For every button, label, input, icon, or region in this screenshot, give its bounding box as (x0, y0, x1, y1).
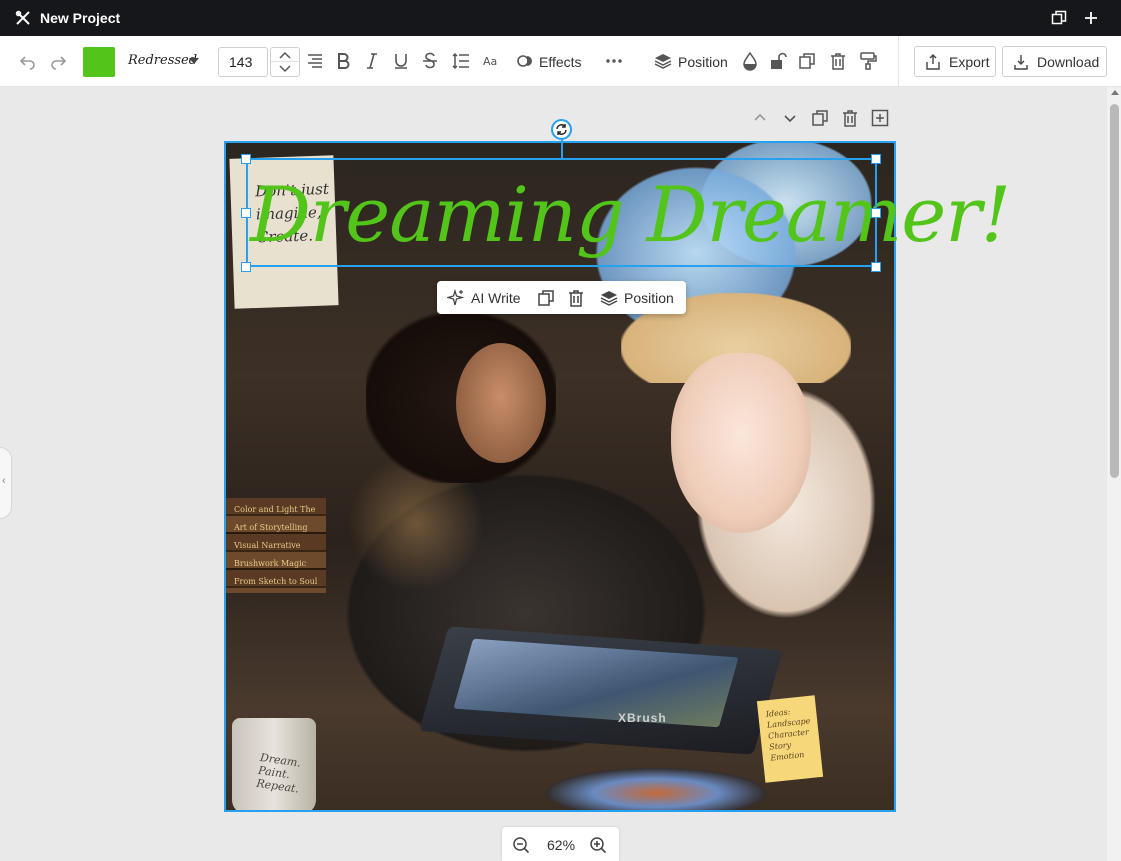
layers-icon (600, 290, 618, 306)
download-icon (1014, 54, 1028, 70)
art-tablet-brand: XBrush (618, 711, 667, 725)
new-tab-plus-icon[interactable] (1082, 9, 1100, 27)
zoom-control: 62% (502, 827, 619, 861)
font-family-select[interactable]: Redressed (128, 53, 197, 68)
delete-page-icon[interactable] (841, 109, 859, 127)
chevron-down-icon[interactable] (189, 58, 199, 64)
effects-icon[interactable] (515, 51, 535, 71)
art-mug-text: Dream. Paint. Repeat. (255, 751, 302, 796)
format-painter-icon[interactable] (858, 51, 878, 71)
add-page-icon[interactable] (871, 109, 889, 127)
download-button[interactable]: Download (1002, 46, 1107, 77)
export-button[interactable]: Export (914, 46, 996, 77)
resize-handle-right[interactable] (871, 208, 881, 218)
zoom-in-icon[interactable] (589, 836, 607, 854)
rotate-icon (556, 124, 567, 135)
text-color-swatch[interactable] (83, 47, 115, 77)
delete-icon[interactable] (828, 51, 848, 71)
chevron-up-icon (279, 51, 291, 59)
ai-write-button[interactable]: AI Write (447, 288, 521, 307)
position-button[interactable]: Position (678, 54, 728, 70)
bold-icon[interactable] (333, 51, 353, 71)
zoom-out-icon[interactable] (512, 836, 530, 854)
chevron-down-icon (279, 65, 291, 73)
chevron-left-icon: ‹ (2, 475, 6, 487)
title-bar: New Project (0, 0, 1121, 36)
art-artist-face (456, 343, 546, 463)
element-context-toolbar: AI Write Position (437, 281, 686, 314)
more-options-icon[interactable] (604, 51, 624, 71)
collapse-panel-tab[interactable]: ‹ (0, 447, 12, 519)
underline-icon[interactable] (391, 51, 411, 71)
duplicate-icon[interactable] (797, 51, 817, 71)
zoom-level: 62% (547, 837, 576, 853)
duplicate-icon (538, 289, 554, 306)
align-right-icon[interactable] (305, 51, 325, 71)
toolbar-divider (898, 36, 899, 87)
resize-handle-bottom-left[interactable] (241, 262, 251, 272)
export-label: Export (949, 53, 990, 70)
italic-icon[interactable] (362, 51, 382, 71)
scrollbar-thumb[interactable] (1110, 104, 1119, 478)
redo-icon[interactable] (48, 51, 68, 71)
move-page-down-icon[interactable] (781, 109, 799, 127)
selection-box (246, 158, 877, 267)
download-label: Download (1037, 53, 1100, 70)
delete-icon (569, 289, 583, 307)
effects-button[interactable]: Effects (539, 54, 582, 70)
font-size-stepper (270, 47, 300, 77)
art-sticky-note-text: Ideas: Landscape Character Story Emotion (765, 707, 811, 763)
export-icon (926, 53, 940, 70)
line-height-icon[interactable] (451, 51, 471, 71)
stepper-down-button[interactable] (271, 62, 299, 76)
duplicate-page-icon[interactable] (811, 109, 829, 127)
scroll-up-arrow[interactable] (1111, 90, 1119, 95)
strikethrough-icon[interactable] (420, 51, 440, 71)
move-page-up-icon[interactable] (751, 109, 769, 127)
duplicate-window-icon[interactable] (1050, 9, 1068, 27)
app-title: New Project (40, 10, 121, 26)
rotate-connector (561, 140, 563, 158)
resize-handle-bottom-right[interactable] (871, 262, 881, 272)
text-case-icon[interactable]: Aa (481, 51, 501, 71)
delete-element-button[interactable] (567, 288, 585, 307)
resize-handle-top-left[interactable] (241, 154, 251, 164)
stepper-up-button[interactable] (271, 48, 299, 62)
resize-handle-left[interactable] (241, 208, 251, 218)
rotate-handle[interactable] (551, 119, 572, 140)
tools-icon (15, 10, 30, 25)
art-dream-girl-face (671, 353, 811, 533)
layers-icon[interactable] (653, 51, 673, 71)
opacity-drop-icon[interactable] (740, 51, 760, 71)
resize-handle-top-right[interactable] (871, 154, 881, 164)
svg-text:Aa: Aa (483, 55, 497, 68)
undo-icon[interactable] (18, 51, 38, 71)
ai-write-label: AI Write (471, 289, 521, 306)
editor-toolbar: Redressed 143 Aa Effects Position Export… (0, 36, 1121, 87)
sparkle-icon (447, 288, 465, 305)
element-position-button[interactable]: Position (600, 288, 674, 307)
unlock-icon[interactable] (768, 51, 788, 71)
art-paint-palette (546, 768, 766, 810)
duplicate-element-button[interactable] (537, 288, 555, 307)
art-book-titles: Color and Light The Art of Storytelling … (234, 505, 318, 586)
font-size-input[interactable]: 143 (218, 47, 268, 77)
element-position-label: Position (624, 289, 674, 306)
